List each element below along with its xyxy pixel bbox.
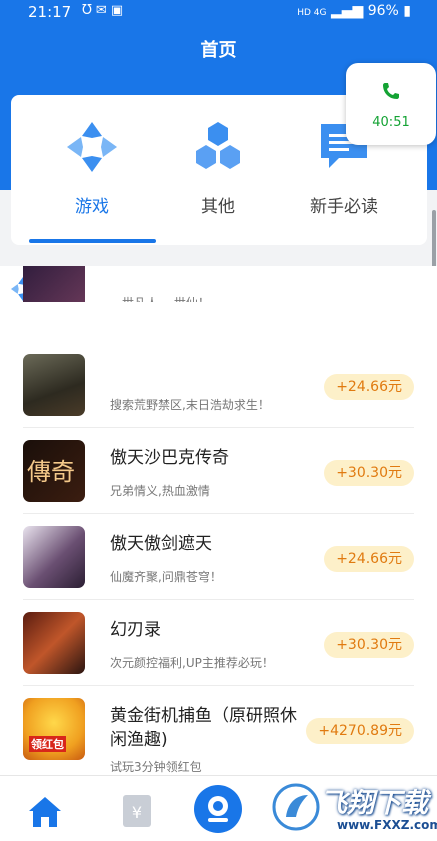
reward-badge[interactable]: +24.66元 <box>324 546 414 572</box>
edge-handle[interactable] <box>432 210 436 274</box>
svg-text:¥: ¥ <box>132 803 142 822</box>
watermark-logo <box>272 783 320 831</box>
game-description: 兄弟情义,热血激情 <box>110 484 210 498</box>
list-item[interactable]: 搜索荒野禁区,末日浩劫求生！ +24.66元 <box>0 342 437 428</box>
signal-icon: ▂▄▆ <box>330 3 364 19</box>
battery-icon: ▮ <box>403 3 411 19</box>
game-name: 傲天傲剑遮天 <box>110 534 212 554</box>
watermark: 飞翔下载 www.FXXZ.com <box>268 775 437 840</box>
battery-level: 96% <box>367 3 399 19</box>
status-bar: 21:17 Ʊ✉▣ HD 4G ▂▄▆ 96% ▮ <box>0 0 437 24</box>
watermark-url: www.FXXZ.com <box>334 818 437 832</box>
nav-home[interactable] <box>25 791 65 831</box>
status-time: 21:17 <box>28 3 72 21</box>
home-icon <box>29 797 61 827</box>
thumb-label: 傳奇 <box>27 458 75 486</box>
reward-badge[interactable]: +4270.89元 <box>306 718 414 744</box>
status-right: HD 4G ▂▄▆ 96% ▮ <box>297 3 411 19</box>
game-description: 次元颜控福利,UP主推荐必玩！ <box>110 656 274 670</box>
thumb-label: 领红包 <box>29 736 66 752</box>
reward-badge[interactable]: +24.66元 <box>324 374 414 400</box>
nav-rewards[interactable]: ¥ <box>117 791 157 831</box>
game-thumbnail <box>23 612 85 674</box>
tab-other-label: 其他 <box>201 197 235 217</box>
active-tab-indicator <box>29 239 156 243</box>
list-item[interactable]: 傲天傲剑遮天 仙魔齐聚,问鼎苍穹！ +24.66元 <box>0 514 437 600</box>
game-thumbnail: 领红包 <box>23 698 85 760</box>
game-thumbnail <box>23 354 85 416</box>
hexagons-icon <box>191 120 245 174</box>
list-item[interactable]: 领红包 黄金街机捕鱼（原研照休闲渔趣) 试玩3分钟领红包 +4270.89元 <box>0 686 437 774</box>
watermark-title: 飞翔下载 <box>320 788 428 819</box>
game-name: 黄金街机捕鱼（原研照休闲渔趣) <box>110 706 297 750</box>
phone-icon <box>381 81 401 105</box>
game-thumbnail <box>23 526 85 588</box>
game-name: 傲天沙巴克传奇 <box>110 448 229 468</box>
list-item[interactable]: 幻刃录 次元颜控福利,UP主推荐必玩！ +30.30元 <box>0 600 437 686</box>
tab-other[interactable]: 其他 <box>153 120 283 217</box>
network-indicator: HD 4G <box>297 8 327 18</box>
list-item[interactable]: 傳奇 傲天沙巴克传奇 兄弟情义,热血激情 +30.30元 <box>0 428 437 514</box>
call-timer-widget[interactable]: 40:51 <box>346 63 436 145</box>
game-description: 仙魔齐聚,问鼎苍穹！ <box>110 570 222 584</box>
reward-badge[interactable]: +30.30元 <box>324 460 414 486</box>
tab-newbie-guide-label: 新手必读 <box>310 197 378 217</box>
profile-icon <box>194 785 242 833</box>
page-title: 首页 <box>200 40 237 61</box>
game-list: 游戏 一世凡人,一世仙！ 搜索荒野禁区,末日浩劫求生！ +24.66元 傳奇 傲… <box>0 266 437 840</box>
section-header-mask <box>0 302 437 326</box>
tab-games[interactable]: 游戏 <box>27 120 157 217</box>
game-name: 幻刃录 <box>110 620 161 640</box>
game-description: 搜索荒野禁区,末日浩劫求生！ <box>110 398 270 412</box>
yuan-card-icon: ¥ <box>123 795 151 827</box>
notification-icons: Ʊ✉▣ <box>82 3 128 18</box>
game-thumbnail: 傳奇 <box>23 440 85 502</box>
game-description: 试玩3分钟领红包 <box>110 760 202 774</box>
call-timer-value: 40:51 <box>372 115 410 130</box>
tab-games-label: 游戏 <box>75 197 109 217</box>
nav-profile[interactable] <box>193 784 243 834</box>
game-logo-icon <box>65 120 119 174</box>
reward-badge[interactable]: +30.30元 <box>324 632 414 658</box>
